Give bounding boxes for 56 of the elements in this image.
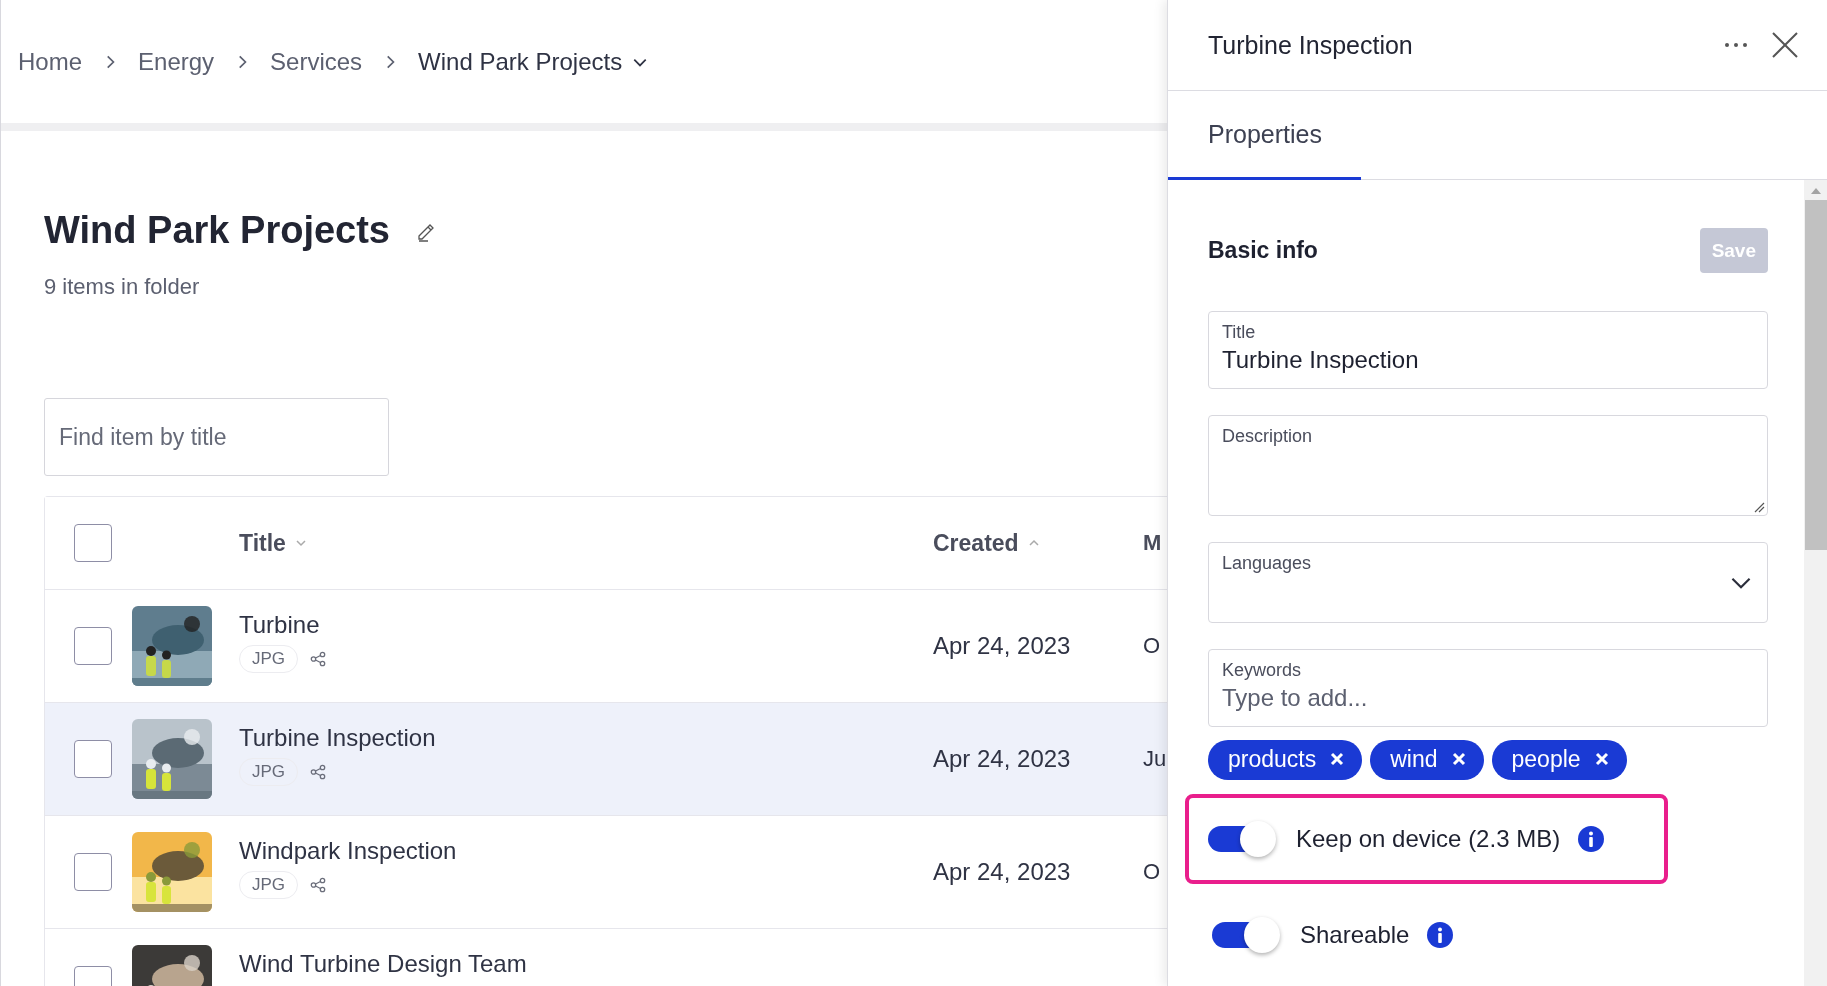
table-cell: O bbox=[1143, 633, 1161, 659]
share-icon[interactable] bbox=[310, 877, 327, 893]
keyword-tag: products bbox=[1208, 740, 1363, 780]
panel-title: Turbine Inspection bbox=[1208, 30, 1414, 60]
table-cell-text: Apr 24, 2023 bbox=[933, 745, 1072, 773]
keyword-tag: wind bbox=[1370, 740, 1484, 780]
item-title: Turbine bbox=[239, 611, 321, 639]
remove-icon[interactable] bbox=[1451, 752, 1466, 767]
field-label: Keywords bbox=[1222, 659, 1302, 681]
toggle-switch[interactable] bbox=[1208, 820, 1278, 858]
item-title: Windpark Inspection bbox=[239, 837, 458, 865]
column-header[interactable]: Title bbox=[239, 529, 933, 557]
select-field[interactable]: Languages bbox=[1208, 542, 1768, 623]
breadcrumb-current[interactable]: Wind Park Projects bbox=[418, 47, 649, 76]
breadcrumb-link[interactable]: Home bbox=[18, 47, 83, 76]
row-checkbox[interactable] bbox=[74, 853, 112, 891]
table-row[interactable]: Turbine Inspection JPG Apr 24, 2023 Ju bbox=[45, 703, 1167, 816]
field-label: Languages bbox=[1222, 553, 1312, 575]
share-icon[interactable] bbox=[310, 651, 327, 667]
breadcrumb-link[interactable]: Energy bbox=[138, 47, 215, 76]
column-header[interactable]: M bbox=[1143, 530, 1162, 556]
search-field[interactable]: Find item by title bbox=[44, 398, 389, 476]
table-cell-text: Apr 24, 2023 bbox=[933, 632, 1072, 660]
table-cell: Ju bbox=[1143, 746, 1167, 772]
input-field[interactable]: Keywords Type to add... bbox=[1208, 648, 1768, 727]
remove-icon[interactable] bbox=[1594, 752, 1609, 767]
more-icon[interactable] bbox=[1724, 42, 1748, 48]
share-icon[interactable] bbox=[310, 764, 327, 780]
table-cell-text: Apr 24, 2023 bbox=[933, 858, 1072, 886]
remove-icon[interactable] bbox=[1330, 752, 1345, 767]
resize-grip-icon[interactable] bbox=[1753, 501, 1765, 514]
item-title: Turbine Inspection bbox=[239, 724, 437, 752]
properties-tab[interactable]: Properties bbox=[1168, 91, 1361, 180]
field-label: Description bbox=[1222, 426, 1313, 448]
info-icon[interactable] bbox=[1427, 922, 1454, 948]
folder-title: Wind Park Projects bbox=[44, 209, 390, 252]
item-count: 9 items in folder bbox=[44, 274, 201, 300]
toggle-switch[interactable] bbox=[1212, 916, 1282, 954]
table-cell: O bbox=[1143, 859, 1161, 885]
column-header[interactable]: Created bbox=[933, 529, 1041, 557]
scrollbar[interactable] bbox=[1804, 180, 1827, 986]
info-icon[interactable] bbox=[1578, 826, 1605, 852]
textarea-field[interactable]: Description bbox=[1208, 415, 1768, 517]
toggle-label: Shareable bbox=[1300, 921, 1410, 949]
input-field[interactable]: Title Turbine Inspection bbox=[1208, 311, 1768, 390]
toggle-label: Keep on device (2.3 MB) bbox=[1296, 825, 1561, 853]
close-icon[interactable] bbox=[1772, 32, 1798, 58]
field-value: Turbine Inspection bbox=[1222, 346, 1419, 374]
row-checkbox[interactable] bbox=[74, 740, 112, 778]
keyword-tag: people bbox=[1491, 740, 1627, 780]
select-all-checkbox[interactable] bbox=[74, 524, 112, 562]
field-label: Title bbox=[1222, 322, 1256, 343]
breadcrumb-link[interactable]: Services bbox=[270, 47, 363, 76]
row-checkbox[interactable] bbox=[74, 627, 112, 665]
item-title: Wind Turbine Design Team bbox=[239, 950, 528, 978]
section-title: Basic info bbox=[1208, 237, 1318, 264]
